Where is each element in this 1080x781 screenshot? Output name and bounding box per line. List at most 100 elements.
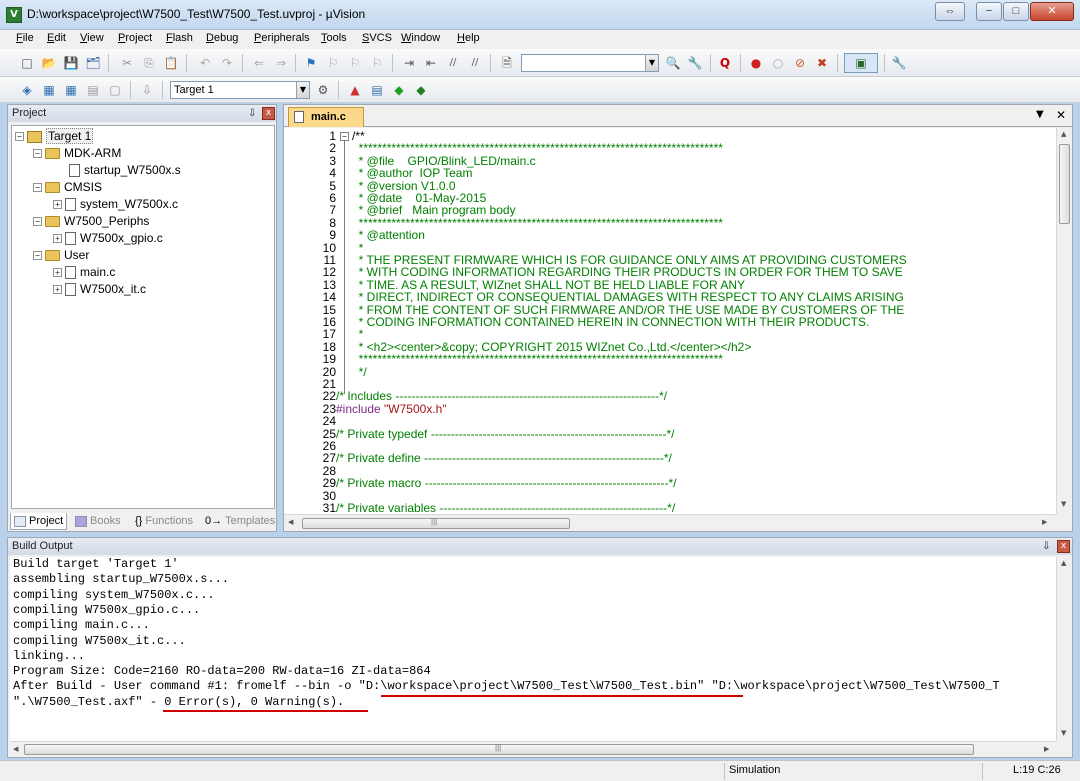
kill-all-breakpoints-icon[interactable]: ✖ <box>813 54 831 72</box>
collapse-icon[interactable]: − <box>15 132 24 142</box>
scroll-down-icon[interactable]: ▼ <box>1061 500 1066 508</box>
horizontal-scroll-thumb[interactable]: ||| <box>24 743 974 755</box>
undo-icon[interactable]: ↶ <box>196 54 214 72</box>
save-all-icon[interactable]: 🗂 <box>84 54 102 72</box>
rebuild-icon[interactable]: ▦ <box>62 81 80 99</box>
expand-icon[interactable]: + <box>53 200 62 210</box>
navigate-forward-icon[interactable]: ⇒ <box>272 54 290 72</box>
maximize-button[interactable]: □ <box>1003 2 1029 21</box>
window-layout-icon[interactable]: ▣ <box>844 53 878 73</box>
tree-item-file[interactable]: + W7500x_it.c <box>53 281 146 298</box>
tree-item-file[interactable]: startup_W7500x.s <box>69 162 181 179</box>
tab-books[interactable]: Books <box>72 513 124 530</box>
scroll-left-icon[interactable]: ◀ <box>288 518 293 526</box>
build-horizontal-scrollbar[interactable]: ◀ ||| ▶ <box>10 741 1056 757</box>
tree-item-file[interactable]: + main.c <box>53 264 115 281</box>
stop-build-icon[interactable]: ▢ <box>106 81 124 99</box>
select-software-packs-icon[interactable]: ◆ <box>390 81 408 99</box>
uncomment-selection-icon[interactable]: // <box>466 54 484 72</box>
pin-icon[interactable]: ⇩ <box>248 105 256 122</box>
close-editor-tab-icon[interactable]: ✕ <box>1056 108 1066 122</box>
find-combo-dropdown-icon[interactable]: ▼ <box>645 55 658 71</box>
manage-project-items-icon[interactable]: ▲ <box>346 81 364 99</box>
scroll-right-icon[interactable]: ▶ <box>1042 518 1047 526</box>
redo-icon[interactable]: ↷ <box>218 54 236 72</box>
menu-flash[interactable]: Flash <box>166 32 193 44</box>
horizontal-scroll-thumb[interactable]: ||| <box>302 517 570 529</box>
close-build-output-icon[interactable]: x <box>1057 540 1070 553</box>
minimize-button[interactable]: − <box>976 2 1002 21</box>
close-window-button[interactable]: ✕ <box>1030 2 1074 21</box>
menu-tools[interactable]: Tools <box>321 32 347 44</box>
tab-functions[interactable]: {} Functions <box>132 513 196 530</box>
expand-icon[interactable]: + <box>53 285 62 295</box>
download-load-icon[interactable]: ⇩ <box>138 81 156 99</box>
collapse-icon[interactable]: − <box>33 183 42 193</box>
tree-item-group[interactable]: − CMSIS <box>33 179 102 196</box>
expand-icon[interactable]: + <box>53 268 62 278</box>
editor-vertical-scrollbar[interactable]: ▲ ▼ <box>1056 128 1072 514</box>
build-vertical-scrollbar[interactable]: ▲ ▼ <box>1056 557 1072 741</box>
comment-selection-icon[interactable]: // <box>444 54 462 72</box>
vertical-scroll-thumb[interactable] <box>1059 144 1070 224</box>
menu-view[interactable]: View <box>80 32 104 44</box>
menu-edit[interactable]: Edit <box>47 32 66 44</box>
menu-file[interactable]: File <box>16 32 34 44</box>
scroll-down-icon[interactable]: ▼ <box>1061 729 1066 737</box>
menu-debug[interactable]: Debug <box>206 32 238 44</box>
new-file-icon[interactable]: □ <box>18 54 36 72</box>
select-target-dropdown-icon[interactable]: ▼ <box>296 82 309 98</box>
scroll-left-icon[interactable]: ◀ <box>13 745 18 753</box>
expand-icon[interactable]: + <box>53 234 62 244</box>
tree-item-file[interactable]: + W7500x_gpio.c <box>53 230 163 247</box>
tab-templates[interactable]: 0→ Templates <box>202 513 278 530</box>
find-icon[interactable]: 🔍 <box>664 54 682 72</box>
collapse-icon[interactable]: − <box>33 149 42 159</box>
manage-multi-project-icon[interactable]: ▤ <box>368 81 386 99</box>
uvision-app-icon[interactable]: V <box>6 7 22 23</box>
menu-peripherals[interactable]: Peripherals <box>254 32 310 44</box>
pack-installer-icon[interactable]: ◆ <box>412 81 430 99</box>
pin-icon[interactable]: ⇩ <box>1042 538 1050 555</box>
unindent-icon[interactable]: ⇤ <box>422 54 440 72</box>
build-icon[interactable]: ▦ <box>40 81 58 99</box>
open-file-icon[interactable]: 📂 <box>40 54 58 72</box>
close-project-panel-icon[interactable]: x <box>262 107 275 120</box>
navigate-back-icon[interactable]: ⇐ <box>250 54 268 72</box>
select-target-combo[interactable]: Target 1 ▼ <box>170 81 310 99</box>
tab-project[interactable]: Project <box>10 513 68 530</box>
tree-item-file[interactable]: + system_W7500x.c <box>53 196 178 213</box>
copy-icon[interactable]: ⎘ <box>140 54 158 72</box>
code-editor[interactable]: 1 2 3 4 5 6 7 8 9 10 11 12 13 14 15 16 1… <box>284 128 1056 514</box>
batch-build-icon[interactable]: ▤ <box>84 81 102 99</box>
restore-down-button[interactable]: ⇔ <box>935 2 965 21</box>
indent-icon[interactable]: ⇥ <box>400 54 418 72</box>
enable-breakpoint-icon[interactable]: ○ <box>769 54 787 72</box>
options-for-target-icon[interactable]: ⚙ <box>314 81 332 99</box>
build-output-text[interactable]: Build target 'Target 1' assembling start… <box>10 557 1056 741</box>
bookmark-icon[interactable]: ⚑ <box>302 54 320 72</box>
fold-collapse-icon[interactable]: − <box>340 132 349 141</box>
next-bookmark-icon[interactable]: ⚐ <box>346 54 364 72</box>
find-combo[interactable]: ▼ <box>521 54 659 72</box>
cut-icon[interactable]: ✂ <box>118 54 136 72</box>
collapse-icon[interactable]: − <box>33 251 42 261</box>
previous-bookmark-icon[interactable]: ⚐ <box>324 54 342 72</box>
tree-item-group[interactable]: − User <box>33 247 89 264</box>
tree-item-target[interactable]: − Target 1 <box>15 128 94 145</box>
disable-all-breakpoints-icon[interactable]: ⊘ <box>791 54 809 72</box>
find-in-files-icon[interactable]: 🗎 <box>498 54 516 72</box>
menu-project[interactable]: Project <box>118 32 152 44</box>
tab-main-c[interactable]: main.c <box>288 107 364 127</box>
scroll-up-icon[interactable]: ▲ <box>1061 559 1066 567</box>
tree-item-group[interactable]: − MDK-ARM <box>33 145 121 162</box>
start-debug-session-icon[interactable]: Q <box>716 54 734 72</box>
tree-item-group[interactable]: − W7500_Periphs <box>33 213 149 230</box>
scroll-right-icon[interactable]: ▶ <box>1044 745 1049 753</box>
editor-horizontal-scrollbar[interactable]: ◀ ||| ▶ <box>284 514 1056 531</box>
clear-bookmarks-icon[interactable]: ⚐ <box>368 54 386 72</box>
editor-tabs-dropdown-icon[interactable]: ▼ <box>1036 109 1044 120</box>
collapse-icon[interactable]: − <box>33 217 42 227</box>
menu-window[interactable]: Window <box>401 32 440 44</box>
configuration-wrench-icon[interactable]: 🔧 <box>890 54 908 72</box>
